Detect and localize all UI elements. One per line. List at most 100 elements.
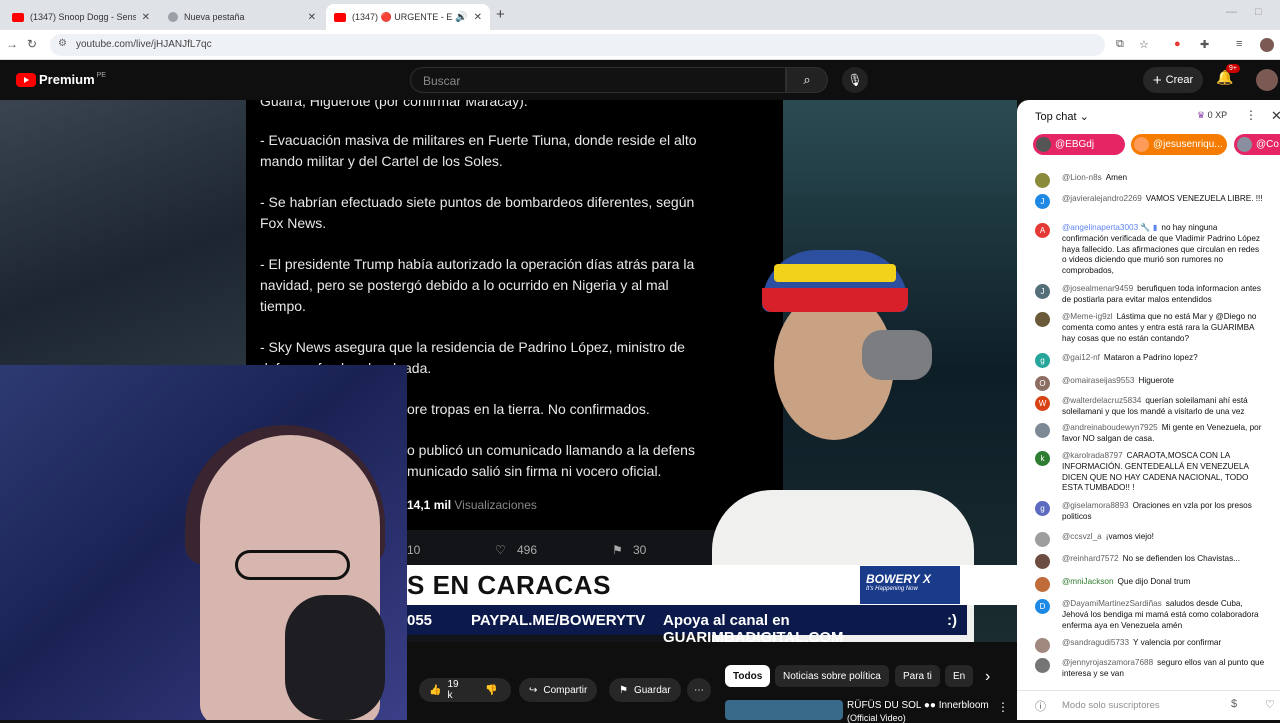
chat-message[interactable]: @jennyrojaszamora7688 seguro ellos van al… [1035,658,1265,680]
chat-message[interactable]: @ccsvzl_a ¡vamos viejo! [1035,532,1265,547]
chat-message[interactable]: O @omairaseijas9553 Higuerote [1035,376,1265,391]
chat-footer: ⓘ Modo solo suscriptores $ ♡ [1017,690,1280,720]
more-actions-button[interactable]: ⋯ [687,678,711,702]
chat-message[interactable]: A @angelinaperta3003 🔧 ▮ no hay ninguna co… [1035,223,1265,277]
save-button[interactable]: ⚑ Guardar [609,678,681,702]
chat-author: @karolrada8797 [1062,451,1123,460]
chat-mode-dropdown[interactable]: Top chat ⌄ [1035,110,1089,123]
browser-tab-1[interactable]: (1347) Snoop Dogg - Sensual S ✕ [4,4,158,30]
minimize-button[interactable]: — [1226,6,1237,18]
chat-mode-label: Top chat [1035,111,1077,123]
thumbs-down-icon: 👎 [485,684,498,696]
ticker-avatar [1134,137,1149,152]
chip-en[interactable]: En [945,665,974,687]
chips-next-arrow-icon[interactable]: › [985,668,990,686]
opera-extension-icon[interactable]: ● [1174,38,1181,50]
avatar: A [1035,223,1050,238]
info-icon[interactable]: ⓘ [1035,698,1046,714]
media-control-icon[interactable]: ≡ [1236,38,1242,50]
chat-message[interactable]: @andreinaboudewyn7925 Mi gente en Venezue… [1035,423,1265,445]
address-bar[interactable]: ⚙ youtube.com/live/jHJANJfL7qc [50,34,1105,56]
share-icon: ↪ [529,684,538,696]
webcam-microphone [285,595,385,720]
chat-author: @walterdelacruz5834 [1062,396,1142,405]
reload-icon[interactable]: ↻ [27,37,37,51]
chat-author: @jennyrojaszamora7688 [1062,658,1154,667]
venezuela-cap [762,250,908,312]
below-video-area: 👍 19 k 👎 ↪ Compartir ⚑ Guardar ⋯ Todos N… [407,642,1017,723]
chat-author: @josealmenar9459 [1062,284,1134,293]
url-text[interactable]: youtube.com/live/jHJANJfL7qc [76,39,212,50]
cast-icon[interactable]: ⧉ [1116,38,1124,51]
chat-message[interactable]: @Meme-ig9zl Lástima que no está Mar y @Di… [1035,312,1265,344]
audio-icon[interactable]: 🔊 [455,12,467,23]
chip-para-ti[interactable]: Para ti [895,665,940,687]
chat-more-icon[interactable]: ⋮ [1245,108,1257,122]
ticker-left: 055 [407,612,433,629]
xp-indicator[interactable]: ♛ 0 XP [1197,110,1227,121]
chat-message[interactable]: @Lion-n8s Amen [1035,173,1265,188]
chat-message[interactable]: k @karolrada8797 CARAOTA,MOSCA CON LA INFO… [1035,451,1265,494]
close-chat-icon[interactable]: ✕ [1271,108,1280,124]
search-input[interactable]: Buscar [410,67,786,93]
thumbs-up-icon: 👍 [429,684,442,696]
notifications-button[interactable]: 🔔 9+ [1216,64,1240,86]
country-code: PE [96,72,106,79]
chat-message[interactable]: W @walterdelacruz5834 querían soleilamani … [1035,396,1265,418]
ticker-item[interactable]: @EBGdj [1033,134,1125,155]
recommendation-menu-icon[interactable]: ⋮ [997,700,1009,714]
plus-icon: + [1152,71,1162,89]
forward-arrow-icon[interactable]: → [6,37,18,51]
chat-message[interactable]: J @josealmenar9459 berufiquen toda informa… [1035,284,1265,306]
browser-tab-strip: (1347) Snoop Dogg - Sensual S ✕ Nueva pe… [0,0,1280,30]
extensions-icon[interactable]: ✚ [1200,38,1209,51]
super-chat-icon[interactable]: $ [1231,698,1237,710]
create-label: Crear [1165,74,1194,86]
ticker-item[interactable]: @jesusenriqu... [1131,134,1227,155]
dislike-button[interactable]: 👎 [475,678,511,702]
create-button[interactable]: + Crear [1143,67,1203,93]
channel-brand: BOWERY X [866,572,931,586]
tweet-line: tiempo. [260,298,306,314]
chat-message[interactable]: D @DayamiMartinezSardiñas saludos desde Cu… [1035,599,1265,631]
voice-search-button[interactable]: 🎙 [842,67,868,93]
search-button[interactable]: ⌕ [786,67,828,93]
avatar [1035,577,1050,592]
site-info-icon[interactable]: ⚙ [58,38,67,49]
account-avatar[interactable] [1256,69,1278,91]
new-tab-button[interactable]: + [496,6,505,23]
recommendation-thumbnail[interactable] [725,700,843,720]
avatar: W [1035,396,1050,411]
heart-reaction-icon[interactable]: ♡ [1265,698,1275,711]
share-button[interactable]: ↪ Compartir [519,678,598,702]
chat-message[interactable]: g @giselamora8893 Oraciones en vzla por lo… [1035,501,1265,523]
close-tab-icon[interactable]: ✕ [142,12,150,23]
second-webcam-overlay [0,365,407,720]
chat-message[interactable]: J @javieralejandro2269 VAMOS VENEZUELA LIB… [1035,194,1265,209]
browser-tab-3-active[interactable]: (1347) 🔴 URGENTE - EXP 🔊 ✕ [326,4,490,30]
maximize-button[interactable]: □ [1255,6,1262,18]
chip-todos[interactable]: Todos [725,665,771,687]
chat-message[interactable]: @mniJackson Que dijo Donal trum [1035,577,1265,592]
close-tab-icon[interactable]: ✕ [474,12,482,23]
recommendation-subtitle: (Official Video) [847,713,906,723]
chat-message[interactable]: @sandragudi5733 Y valencia por confirmar [1035,638,1265,653]
browser-tab-2[interactable]: Nueva pestaña ✕ [160,4,324,30]
close-tab-icon[interactable]: ✕ [308,12,316,23]
ticker-name: @EBGdj [1055,139,1095,150]
recommendation-title[interactable]: RÜFÜS DU SOL ●● Innerbloom [847,700,989,711]
ticker-item[interactable]: @Co [1234,134,1280,155]
chip-noticias-politica[interactable]: Noticias sobre política [775,665,889,687]
avatar [1035,173,1050,188]
chat-text: Que dijo Donal trum [1117,577,1191,586]
youtube-premium-logo[interactable]: Premium PE [16,72,106,87]
chat-message[interactable]: @reinhard7572 No se defienden los Chavist… [1035,554,1265,569]
like-button[interactable]: 👍 19 k [419,678,475,702]
ticker-end: :) [947,612,957,629]
tweet-views: 14,1 mil Visualizaciones [407,498,537,512]
tweet-line: - El presidente Trump había autorizado l… [260,256,695,272]
bookmark-star-icon[interactable]: ☆ [1139,38,1149,51]
profile-avatar-icon[interactable] [1260,38,1274,52]
search-icon: ⌕ [803,72,811,87]
chat-message[interactable]: g @gai12-nf Mataron a Padrino lopez? [1035,353,1265,368]
